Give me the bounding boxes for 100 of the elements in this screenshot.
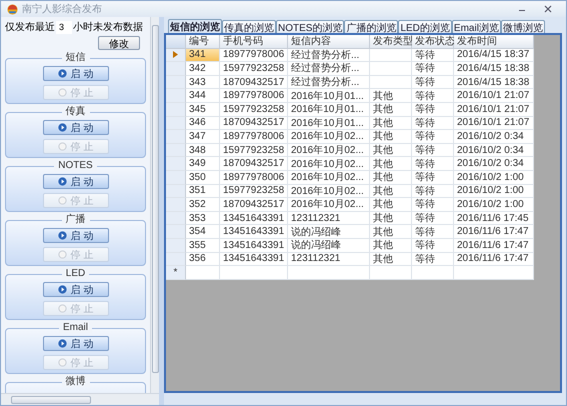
table-cell: 13451643391 xyxy=(220,238,288,252)
splitter-handle[interactable] xyxy=(159,17,164,405)
filter-label: 小时未发布数据 xyxy=(73,20,143,34)
modify-button[interactable]: 修改 xyxy=(98,36,140,50)
radio-icon xyxy=(58,88,67,97)
row-header[interactable] xyxy=(166,102,186,117)
tab[interactable]: 微博浏览 xyxy=(500,20,545,33)
row-header[interactable] xyxy=(166,76,186,90)
filter-label: 仅发布最近 xyxy=(5,20,55,34)
row-header[interactable] xyxy=(166,116,186,130)
table-cell: 其他 xyxy=(370,184,412,198)
table-cell: 345 xyxy=(186,102,220,117)
table-cell: 18709432517 xyxy=(220,76,288,90)
table-cell: 13451643391 xyxy=(220,212,288,226)
row-header[interactable] xyxy=(166,130,186,144)
tab[interactable]: 广播的浏览 xyxy=(344,20,398,33)
row-header[interactable] xyxy=(166,198,186,212)
table-cell: 342 xyxy=(186,62,220,76)
row-header[interactable] xyxy=(166,252,186,266)
table-cell: 等待 xyxy=(412,116,454,130)
column-header[interactable]: 短信内容 xyxy=(288,35,370,49)
table-cell: 2016/10/1 21:07 xyxy=(454,116,534,130)
table-cell: 其他 xyxy=(370,116,412,130)
row-header[interactable] xyxy=(166,48,186,62)
table-cell: 经过督势分析... xyxy=(288,76,370,90)
table-cell: 2016/10/2 1:00 xyxy=(454,170,534,185)
table-cell: 其他 xyxy=(370,198,412,212)
table-cell: 351 xyxy=(186,184,220,198)
radio-icon xyxy=(58,142,67,151)
table-cell: 其他 xyxy=(370,170,412,185)
column-header[interactable]: 发布时间 xyxy=(454,35,534,49)
tab[interactable]: Email浏览 xyxy=(452,20,501,33)
start-button[interactable]: 启 动 xyxy=(42,120,108,135)
table-cell: 等待 xyxy=(412,225,454,239)
table-cell: 2016/10/2 0:34 xyxy=(454,157,534,171)
group-title: 广播 xyxy=(62,214,90,225)
table-cell: 等待 xyxy=(412,89,454,103)
table-cell: 2016/11/6 17:45 xyxy=(454,212,534,226)
tab[interactable]: 短信的浏览 xyxy=(168,19,222,33)
app-logo-icon xyxy=(7,4,18,14)
table-cell: 2016/11/6 17:47 xyxy=(454,225,534,239)
tab[interactable]: NOTES的浏览 xyxy=(276,20,344,33)
table-cell: 等待 xyxy=(412,212,454,226)
group-title: 传真 xyxy=(62,106,90,117)
table-cell: 15977923258 xyxy=(220,102,288,117)
table-cell: 352 xyxy=(186,198,220,212)
table-cell: 2016年10月02... xyxy=(288,130,370,144)
table-cell: 2016/10/2 0:34 xyxy=(454,130,534,144)
row-header[interactable] xyxy=(166,89,186,103)
vertical-scrollbar[interactable] xyxy=(150,17,159,393)
table-cell: 18977978006 xyxy=(220,170,288,185)
horizontal-scrollbar[interactable] xyxy=(1,393,159,405)
row-header[interactable] xyxy=(166,62,186,76)
column-header[interactable]: 手机号码 xyxy=(220,35,288,49)
start-button[interactable]: 启 动 xyxy=(42,66,108,81)
row-header[interactable] xyxy=(166,184,186,198)
column-header[interactable]: 发布类型 xyxy=(370,35,412,49)
table-cell: 344 xyxy=(186,89,220,103)
table-cell: 2016年10月02... xyxy=(288,170,370,185)
table-cell: 2016年10月02... xyxy=(288,198,370,212)
table-cell: 等待 xyxy=(412,157,454,171)
table-cell: 其他 xyxy=(370,157,412,171)
table-cell: 其他 xyxy=(370,212,412,226)
table-cell: 2016/4/15 18:38 xyxy=(454,76,534,90)
new-row-marker: * xyxy=(174,266,178,278)
column-header[interactable]: 发布状态 xyxy=(412,35,454,49)
table-cell: 经过督势分析... xyxy=(288,48,370,62)
start-button[interactable]: 启 动 xyxy=(42,336,108,351)
row-header[interactable] xyxy=(166,225,186,239)
table-cell: 348 xyxy=(186,144,220,158)
start-button[interactable]: 启 动 xyxy=(42,282,108,297)
row-header[interactable] xyxy=(166,157,186,171)
table-cell: 346 xyxy=(186,116,220,130)
table-cell: 2016/10/2 1:00 xyxy=(454,198,534,212)
close-icon[interactable] xyxy=(544,5,552,13)
row-header[interactable] xyxy=(166,170,186,185)
table-cell: 349 xyxy=(186,157,220,171)
tab[interactable]: LED的浏览 xyxy=(398,20,452,33)
table-cell xyxy=(220,266,288,280)
start-button[interactable]: 启 动 xyxy=(42,228,108,243)
table-cell xyxy=(186,266,220,280)
row-header[interactable] xyxy=(166,212,186,226)
tab[interactable]: 传真的浏览 xyxy=(222,20,276,33)
column-header[interactable]: 编号 xyxy=(186,35,220,49)
table-cell: 等待 xyxy=(412,184,454,198)
row-header[interactable] xyxy=(166,144,186,158)
table-cell: 2016年10月01... xyxy=(288,89,370,103)
table-cell: 18977978006 xyxy=(220,130,288,144)
table-cell: 13451643391 xyxy=(220,225,288,239)
play-icon xyxy=(58,339,67,348)
hours-field[interactable]: 3 xyxy=(56,20,72,34)
radio-icon xyxy=(58,304,67,313)
table-cell: 2016/4/15 18:38 xyxy=(454,62,534,76)
group-title: 微博 xyxy=(62,376,90,387)
table-cell xyxy=(370,266,412,280)
group-title: NOTES xyxy=(54,160,97,171)
row-header[interactable] xyxy=(166,238,186,252)
start-button[interactable]: 启 动 xyxy=(42,174,108,189)
table-cell: 2016/4/15 18:37 xyxy=(454,48,534,62)
table-cell: 343 xyxy=(186,76,220,90)
